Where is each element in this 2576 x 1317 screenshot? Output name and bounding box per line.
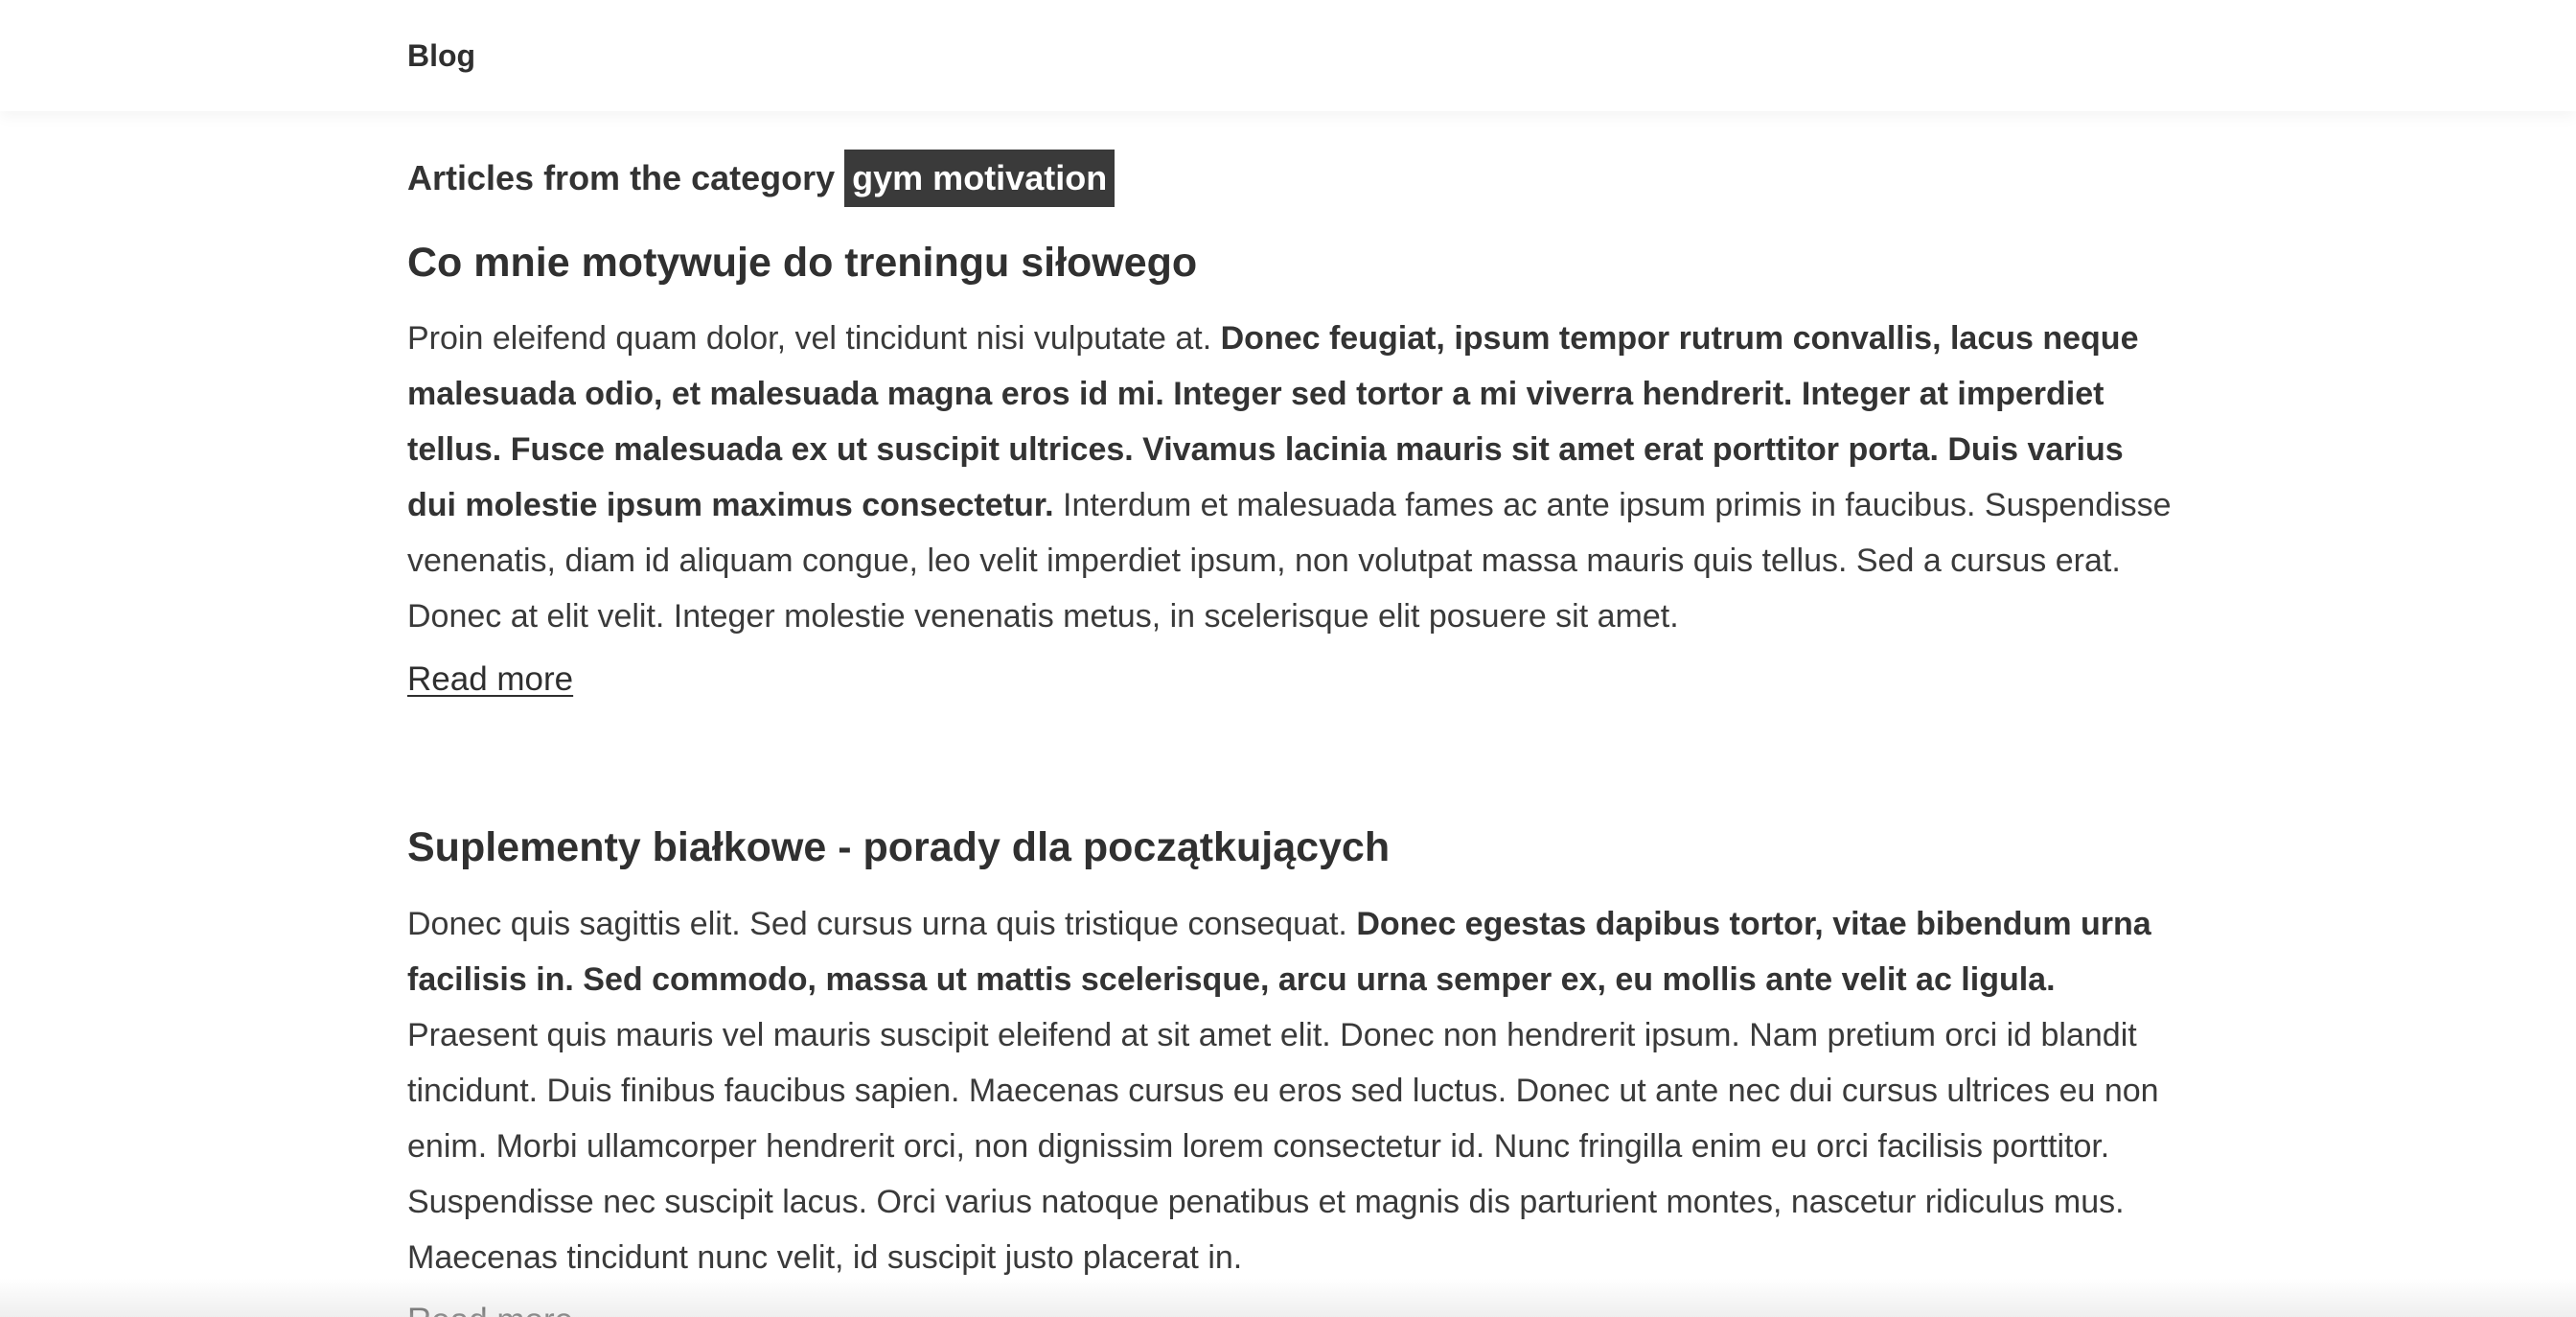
- read-more-link[interactable]: Read more: [407, 1299, 573, 1317]
- article-excerpt: Donec quis sagittis elit. Sed cursus urn…: [407, 896, 2180, 1285]
- article-excerpt-rest: Praesent quis mauris vel mauris suscipit…: [407, 1017, 2159, 1276]
- category-tag: gym motivation: [844, 150, 1116, 207]
- article-excerpt: Proin eleifend quam dolor, vel tincidunt…: [407, 311, 2180, 644]
- article-title: Suplementy białkowe - porady dla początk…: [407, 824, 1391, 870]
- category-heading-prefix: Articles from the category: [407, 158, 836, 197]
- article-excerpt-intro: Donec quis sagittis elit. Sed cursus urn…: [407, 906, 1357, 942]
- category-heading: Articles from the category gym motivatio…: [407, 150, 2180, 207]
- article-card: Suplementy białkowe - porady dla początk…: [407, 820, 2180, 1317]
- main-content: Articles from the category gym motivatio…: [407, 150, 2180, 1317]
- page: Blog Articles from the category gym moti…: [0, 0, 2576, 1317]
- article-title: Co mnie motywuje do treningu siłowego: [407, 240, 1198, 286]
- blog-brand-link[interactable]: Blog: [407, 36, 475, 75]
- read-more-link[interactable]: Read more: [407, 658, 573, 702]
- article-excerpt-intro: Proin eleifend quam dolor, vel tincidunt…: [407, 320, 1221, 357]
- top-navigation-bar: Blog: [0, 0, 2576, 111]
- article-card: Co mnie motywuje do treningu siłowego Pr…: [407, 236, 2180, 702]
